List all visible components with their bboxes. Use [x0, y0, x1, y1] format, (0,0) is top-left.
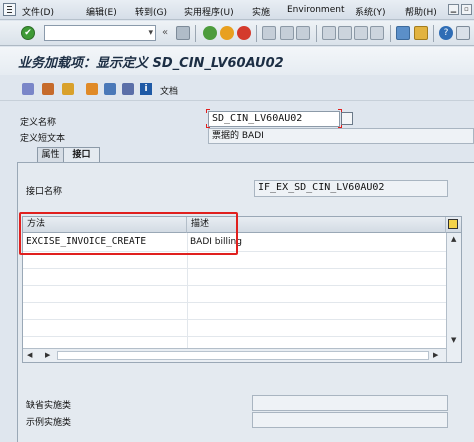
vertical-scrollbar[interactable]: ▲ ▼ — [446, 233, 461, 362]
red-highlight-box — [19, 212, 238, 255]
menu-edit[interactable]: 编辑(E) — [86, 5, 117, 18]
where-used-icon[interactable] — [86, 83, 98, 95]
print-icon[interactable] — [262, 26, 276, 40]
previous-page-icon[interactable] — [338, 26, 352, 40]
definition-name-field[interactable]: SD_CIN_LV60AU02 — [208, 111, 340, 127]
page-title: 业务加载项：显示定义 SD_CIN_LV60AU02 — [18, 56, 284, 71]
exit-icon[interactable] — [220, 26, 234, 40]
application-toolbar: i 文档 — [0, 77, 474, 101]
toolbar-separator — [316, 25, 317, 42]
hierarchy-icon[interactable] — [104, 83, 116, 95]
display-change-icon[interactable] — [22, 83, 34, 95]
column-settings-icon[interactable] — [446, 217, 461, 233]
short-text-label: 定义短文本 — [20, 134, 66, 144]
default-impl-label: 缺省实施类 — [26, 401, 72, 411]
shortcut-icon[interactable] — [414, 26, 428, 40]
short-text-field[interactable]: 票据的 BADI — [208, 128, 474, 144]
scroll-down-icon[interactable]: ▼ — [451, 336, 456, 344]
toolbar-separator — [195, 25, 196, 42]
scroll-left-icon[interactable]: ◀ — [27, 351, 32, 359]
scroll-right-small-icon[interactable]: ▶ — [45, 351, 50, 359]
menu-environment[interactable]: Environment — [287, 5, 344, 15]
first-page-icon[interactable] — [322, 26, 336, 40]
row-divider — [23, 285, 446, 286]
cancel-icon[interactable] — [237, 26, 251, 40]
toolbar-separator — [433, 25, 434, 42]
horizontal-scrollbar[interactable]: ◀ ▶ ▶ — [23, 348, 446, 362]
collapse-icon[interactable]: « — [162, 27, 168, 38]
system-menu-icon[interactable] — [3, 3, 16, 16]
back-icon[interactable] — [203, 26, 217, 40]
menu-file[interactable]: 文件(D) — [22, 5, 54, 18]
help-icon[interactable]: ? — [439, 26, 453, 40]
example-impl-label: 示例实施类 — [26, 418, 72, 428]
find-icon[interactable] — [280, 26, 294, 40]
default-impl-field[interactable] — [252, 395, 448, 411]
layout-icon[interactable] — [122, 83, 134, 95]
red-corner-mark — [206, 109, 210, 113]
row-divider — [23, 319, 446, 320]
new-session-icon[interactable] — [396, 26, 410, 40]
row-divider — [23, 268, 446, 269]
minimize-icon[interactable]: ▁ — [448, 4, 459, 15]
find-next-icon[interactable] — [296, 26, 310, 40]
horizontal-scroll-track[interactable] — [57, 351, 429, 360]
layout-menu-icon[interactable] — [456, 26, 470, 40]
command-field[interactable] — [44, 25, 156, 41]
toolbar-separator — [256, 25, 257, 42]
example-impl-field[interactable] — [252, 412, 448, 428]
last-page-icon[interactable] — [370, 26, 384, 40]
next-page-icon[interactable] — [354, 26, 368, 40]
scroll-right-icon[interactable]: ▶ — [433, 351, 438, 359]
menu-goto[interactable]: 转到(G) — [135, 5, 167, 18]
standard-toolbar: ✔ « ? — [0, 21, 474, 46]
activate-icon[interactable] — [42, 83, 54, 95]
definition-name-label: 定义名称 — [20, 118, 57, 128]
menu-implementation[interactable]: 实施 — [252, 5, 270, 18]
info-icon[interactable]: i — [140, 83, 152, 95]
copy-icon[interactable] — [341, 112, 353, 125]
save-icon[interactable] — [176, 26, 190, 40]
menu-help[interactable]: 帮助(H) — [405, 5, 437, 18]
menu-utilities[interactable]: 实用程序(U) — [184, 5, 234, 18]
tab-attributes[interactable]: 属性 — [37, 147, 64, 163]
menu-system[interactable]: 系统(Y) — [355, 5, 386, 18]
maximize-icon[interactable]: ▫ — [461, 4, 472, 15]
interface-name-label: 接口名称 — [26, 187, 63, 197]
enter-check-icon[interactable]: ✔ — [21, 26, 35, 40]
toolbar-separator — [390, 25, 391, 42]
object-list-icon[interactable] — [62, 83, 74, 95]
menu-bar: 文件(D) 编辑(E) 转到(G) 实用程序(U) 实施 Environment… — [0, 0, 474, 20]
title-bar: 业务加载项：显示定义 SD_CIN_LV60AU02 — [0, 47, 474, 75]
row-divider — [23, 336, 446, 337]
row-divider — [23, 302, 446, 303]
documentation-button[interactable]: 文档 — [160, 84, 178, 97]
interface-name-field[interactable]: IF_EX_SD_CIN_LV60AU02 — [254, 180, 448, 197]
scroll-up-icon[interactable]: ▲ — [451, 235, 456, 243]
